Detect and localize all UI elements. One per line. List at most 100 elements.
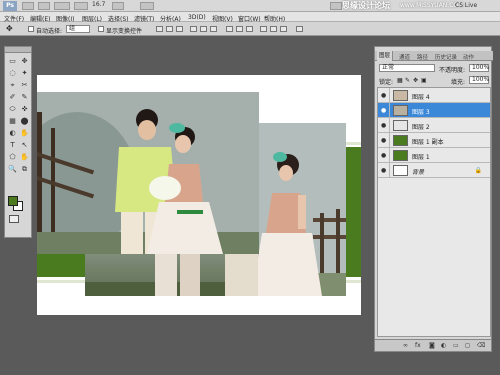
path-select-tool-icon[interactable]: ↖ — [20, 141, 29, 149]
auto-select-checkbox[interactable] — [28, 26, 34, 32]
bridge-button[interactable] — [22, 2, 34, 10]
brush-tool-icon[interactable]: ✎ — [20, 93, 29, 101]
layer-name: 图层 3 — [412, 109, 430, 116]
workspace-button[interactable] — [330, 2, 342, 10]
layer-thumbnail — [393, 105, 408, 116]
document-canvas[interactable] — [37, 75, 361, 315]
align-right-icon[interactable] — [210, 26, 217, 32]
tools-panel-header[interactable] — [5, 47, 31, 53]
layer-name: 背景 — [412, 169, 425, 176]
arrange-documents-button[interactable] — [140, 2, 154, 10]
lock-image-icon[interactable]: ✎ — [405, 77, 410, 84]
photo-layer-bride[interactable] — [258, 123, 346, 296]
layer-row-2[interactable]: ● 图层 2 — [378, 118, 490, 133]
hand-tool-button[interactable] — [112, 2, 124, 10]
eraser-tool-icon[interactable]: ⬤ — [20, 117, 29, 125]
gradient-tool-icon[interactable]: ◐ — [8, 129, 17, 137]
visibility-eye-icon[interactable]: ● — [381, 137, 386, 144]
transform-controls-label: 显示变换控件 — [106, 28, 143, 35]
layer-row-4[interactable]: ● 图层 4 — [378, 88, 490, 103]
layers-panel-footer: ∞ fx ◙ ◐ ▭ ◻ ⌫ — [375, 339, 491, 351]
layer-row-1-copy[interactable]: ● 图层 1 副本 — [378, 133, 490, 148]
align-left-icon[interactable] — [190, 26, 197, 32]
photo-layer-bottom[interactable] — [85, 254, 259, 296]
3d-tool-icon[interactable]: ⧉ — [20, 165, 29, 173]
new-layer-icon[interactable]: ◻ — [465, 342, 470, 349]
lock-transparent-icon[interactable]: ▦ — [397, 77, 403, 84]
visibility-eye-icon[interactable]: ● — [381, 167, 386, 174]
options-bar: ✥ 自动选择: 组 显示变换控件 — [0, 22, 500, 36]
align-bottom-icon[interactable] — [176, 26, 183, 32]
clone-stamp-tool-icon[interactable]: ✜ — [20, 105, 29, 113]
quick-mask-icon[interactable] — [9, 215, 19, 223]
hand-tool-icon[interactable]: ✋ — [20, 153, 29, 161]
tab-layers[interactable]: 图层 — [377, 51, 394, 61]
layer-row-3-selected[interactable]: ● 图层 3 — [378, 103, 490, 118]
align-top-icon[interactable] — [156, 26, 163, 32]
distribute-vcenter-icon[interactable] — [236, 26, 243, 32]
zoom-dropdown[interactable] — [74, 2, 88, 10]
lock-position-icon[interactable]: ✥ — [413, 77, 418, 84]
zoom-level[interactable]: 16.7 — [92, 1, 105, 8]
move-tool-icon[interactable]: ✥ — [6, 24, 13, 33]
distribute-hcenter-icon[interactable] — [270, 26, 277, 32]
align-vcenter-icon[interactable] — [166, 26, 173, 32]
healing-tool-icon[interactable]: ⬭ — [8, 105, 17, 113]
quick-select-tool-icon[interactable]: ✦ — [20, 69, 29, 77]
crop-tool-icon[interactable]: ⌖ — [8, 81, 17, 89]
tab-channels[interactable]: 通道 — [399, 53, 410, 61]
auto-align-icon[interactable] — [296, 26, 303, 32]
tab-paths[interactable]: 路径 — [417, 53, 428, 61]
visibility-eye-icon[interactable]: ● — [381, 122, 386, 129]
mask-icon[interactable]: ◙ — [429, 342, 435, 349]
visibility-eye-icon[interactable]: ● — [381, 107, 386, 114]
trash-icon[interactable]: ⌫ — [477, 342, 485, 349]
menu-bar: 文件(F) 编辑(E) 图像(I) 图层(L) 选择(S) 滤镜(T) 分析(A… — [0, 12, 500, 23]
lock-all-icon[interactable]: ▣ — [421, 77, 427, 84]
auto-select-dropdown[interactable]: 组 — [66, 25, 90, 33]
layer-divider — [389, 118, 390, 133]
align-hcenter-icon[interactable] — [200, 26, 207, 32]
minibridge-button[interactable] — [38, 2, 50, 10]
auto-select-label: 自动选择: — [36, 28, 63, 35]
visibility-eye-icon[interactable]: ● — [381, 92, 386, 99]
eyedropper-tool-icon[interactable]: ✐ — [8, 93, 17, 101]
slice-tool-icon[interactable]: ✂ — [20, 81, 29, 89]
opacity-label: 不透明度: — [439, 67, 466, 74]
tab-history[interactable]: 历史记录 — [435, 53, 457, 61]
move-tool-icon[interactable]: ✥ — [20, 57, 29, 65]
zoom-tool-icon[interactable]: 🔍 — [8, 165, 17, 173]
distribute-left-icon[interactable] — [260, 26, 267, 32]
cs-live-button[interactable]: CS Live — [455, 2, 477, 9]
folder-icon[interactable]: ▭ — [453, 342, 459, 349]
distribute-right-icon[interactable] — [280, 26, 287, 32]
dodge-tool-icon[interactable]: ✋ — [20, 129, 29, 137]
shape-tool-icon[interactable]: ⬠ — [8, 153, 17, 161]
layer-name: 图层 2 — [412, 124, 430, 131]
tab-actions[interactable]: 动作 — [463, 53, 474, 61]
transform-controls-checkbox[interactable] — [98, 26, 104, 32]
lasso-tool-icon[interactable]: ◌ — [8, 69, 17, 77]
adjustment-icon[interactable]: ◐ — [441, 342, 446, 349]
blend-mode-dropdown[interactable]: 正常 — [379, 64, 435, 72]
distribute-bottom-icon[interactable] — [246, 26, 253, 32]
layer-row-1[interactable]: ● 图层 1 — [378, 148, 490, 163]
fill-label: 填充: — [451, 79, 466, 86]
link-icon[interactable]: ∞ — [403, 342, 408, 349]
layer-row-background[interactable]: ● 背景 🔒 — [378, 163, 490, 178]
view-extras-button[interactable] — [54, 2, 70, 10]
menu-3d[interactable]: 3D(D) — [188, 14, 206, 21]
fill-field[interactable]: 100% — [469, 76, 489, 84]
opacity-field[interactable]: 100% — [469, 64, 489, 72]
foreground-color-swatch[interactable] — [8, 196, 18, 206]
layer-thumbnail — [393, 120, 408, 131]
layers-panel: 图层 通道 路径 历史记录 动作 正常 不透明度: 100% 锁定: ▦ ✎ ✥… — [374, 46, 493, 352]
type-tool-icon[interactable]: T — [8, 141, 17, 149]
marquee-tool-icon[interactable]: ▭ — [8, 57, 17, 65]
visibility-eye-icon[interactable]: ● — [381, 152, 386, 159]
photo-layer-couple[interactable] — [37, 92, 259, 254]
history-brush-icon[interactable]: ▦ — [8, 117, 17, 125]
distribute-top-icon[interactable] — [226, 26, 233, 32]
layer-divider — [389, 88, 390, 103]
fx-icon[interactable]: fx — [415, 342, 421, 349]
